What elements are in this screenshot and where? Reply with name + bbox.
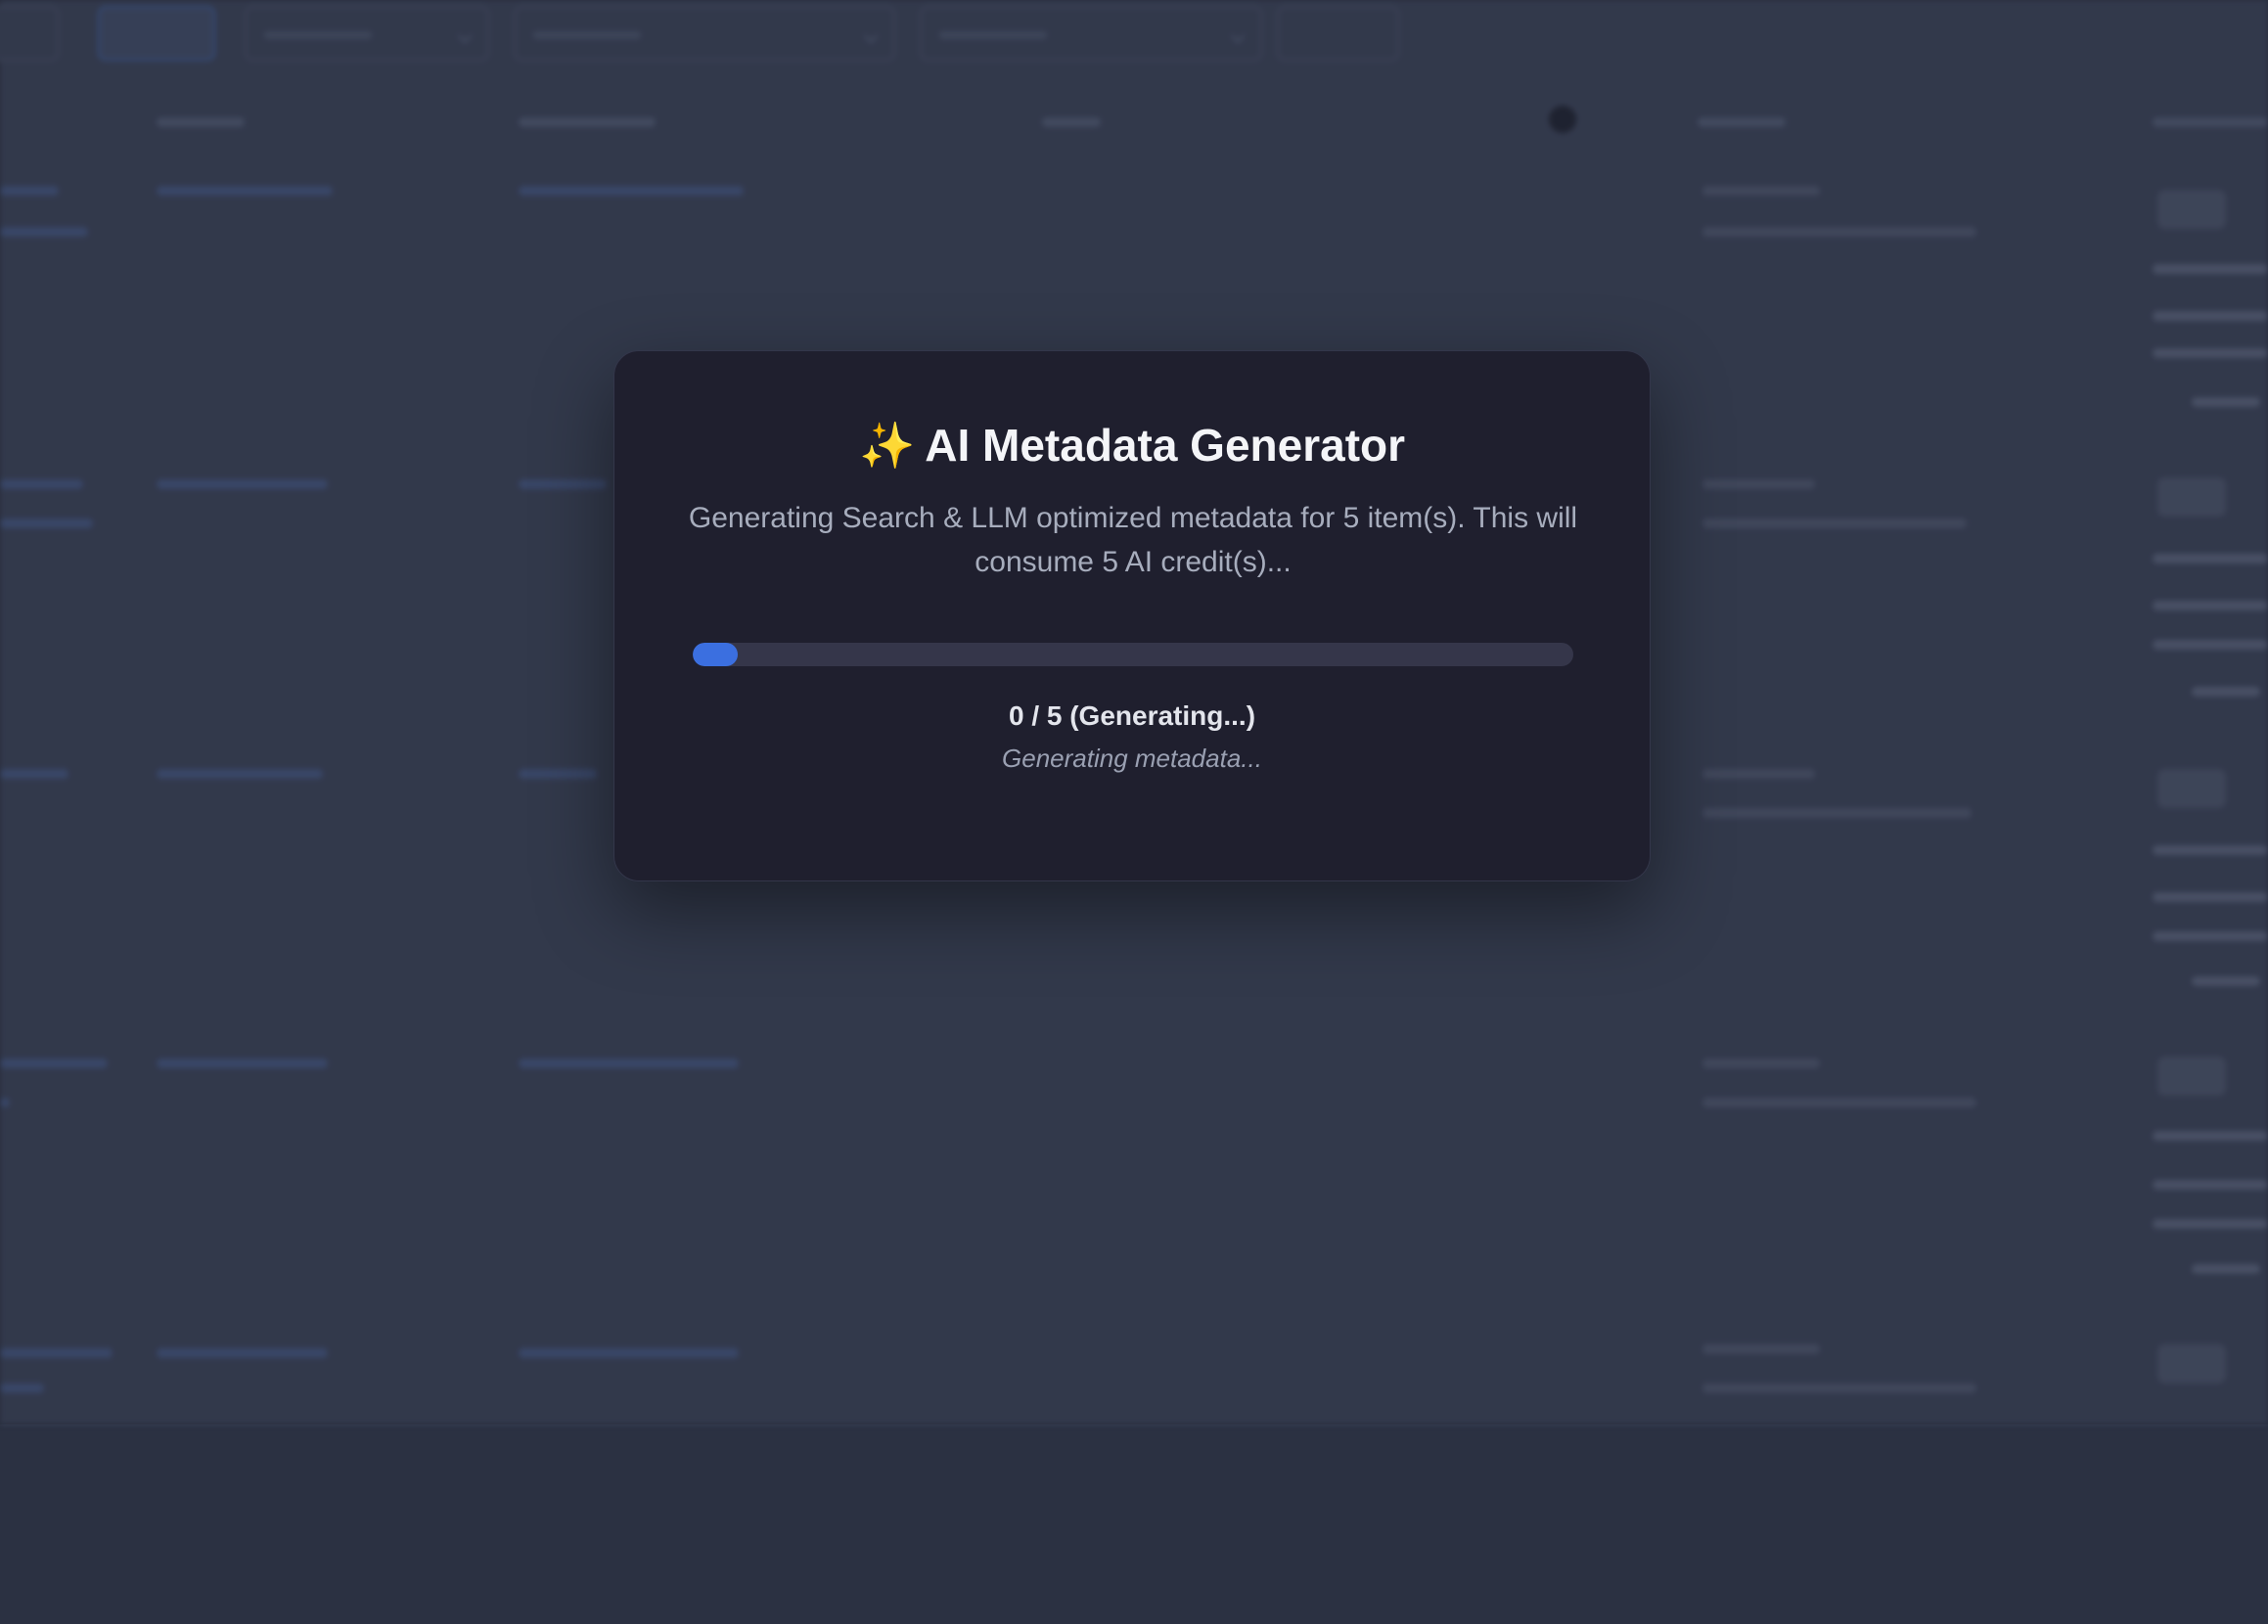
progress-count: 0 / 5 (Generating...) bbox=[1008, 700, 1256, 731]
modal-description: Generating Search & LLM optimized metada… bbox=[688, 502, 1578, 578]
progress-bar-fill bbox=[693, 643, 738, 666]
modal-title: ✨ AI Metadata Generator bbox=[614, 418, 1650, 473]
modal-title-text: AI Metadata Generator bbox=[925, 420, 1406, 471]
sparkles-icon: ✨ bbox=[858, 419, 916, 472]
progress-status: Generating metadata... bbox=[1002, 744, 1262, 773]
progress-bar bbox=[693, 643, 1573, 666]
ai-metadata-generator-modal: ✨ AI Metadata Generator Generating Search… bbox=[613, 350, 1651, 881]
